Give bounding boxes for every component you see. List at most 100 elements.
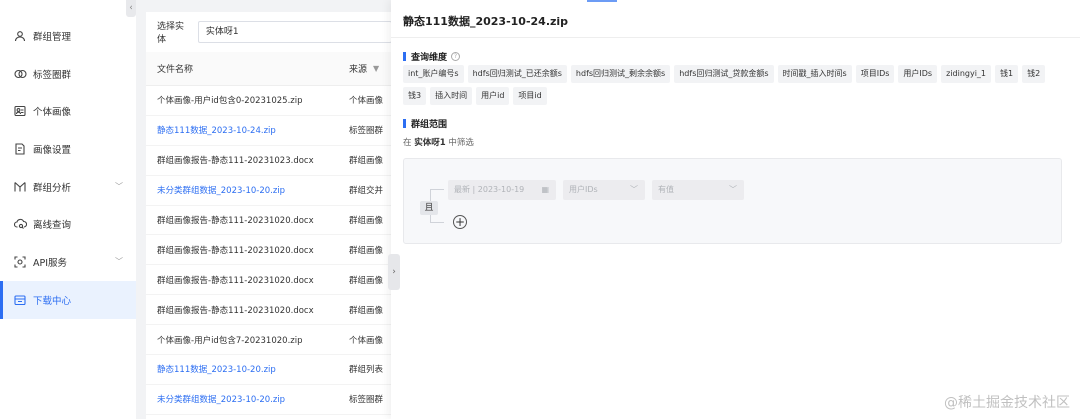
file-name: 群组画像报告-静态111-20231023.docx [157,156,314,167]
download-list-panel: 选择实体 实体呀1 文件名称 来源 ▼ 个体画像-用户id包含0-2023102… [146,12,392,419]
sidebar-item-label: 个体画像 [33,107,72,119]
file-source: 群组画像 [349,216,384,226]
condition-field-value: 用户IDs [569,185,598,194]
file-source: 群组画像 [349,275,384,286]
dimension-tag: 钱1 [995,65,1019,83]
file-source: 群组画像 [349,156,384,167]
table-row[interactable]: 个体画像-用户id包含0-20231025.zip 个体画像 [146,86,392,116]
entity-select[interactable]: 实体呀1 [197,21,392,43]
dimension-tag: 时间戳_插入时间s [777,65,852,83]
scope-suffix: 中筛选 [448,138,474,148]
sidebar-item-label: 离线查询 [33,220,72,232]
sidebar-item-download-center[interactable]: 下载中心 [0,280,136,319]
sidebar-item-group-analysis[interactable]: 群组分析 ﹀ [0,168,136,206]
column-header-file-name: 文件名称 [157,65,194,75]
table-row[interactable]: 静态111数据_2023-10-20.zip 群组列表 [146,355,392,385]
dimension-tag: 钱2 [1022,65,1046,83]
table-row[interactable]: 群组画像报告-静态111-20231020.docx 群组画像 [146,206,392,236]
file-name-link[interactable]: 未分类群组数据_2023-10-20.zip [146,393,349,405]
sidebar-collapse-button[interactable]: ‹ [126,0,136,17]
table-row[interactable]: 群组画像报告-静态111-20231020.docx 群组画像 [146,265,392,296]
file-name: 群组画像报告-静态111-20231020.docx [157,245,314,256]
file-name-link[interactable]: 静态111数据_2023-10-24.zip [146,124,349,136]
condition-date-select[interactable]: 最新 | 2023-10-19 ▦ [448,180,556,200]
entity-filter-label: 选择实体 [157,22,185,45]
column-header-source-label: 来源 [349,65,368,75]
condition-field-select[interactable]: 用户IDs ﹀ [563,180,645,200]
chevron-down-icon: ﹀ [115,257,123,267]
file-name: 群组画像报告-静态111-20231020.docx [157,305,314,316]
dimension-tag: hdfs回归测试_剩余余额s [570,65,671,83]
file-name: 个体画像-用户id包含0-20231025.zip [157,96,303,107]
dimension-tag: zidingyi_1 [941,65,992,83]
query-dimensions-title: 查询维度 ? [403,50,461,63]
dimension-tag: 项目id [513,87,547,105]
table-header: 文件名称 来源 ▼ [146,52,392,86]
chevron-down-icon: ﹀ [115,182,123,192]
file-source: 群组画像 [349,245,384,256]
settings-doc-icon [13,142,27,156]
analysis-icon [13,180,27,194]
file-source: 群组画像 [349,305,384,316]
condition-tree-line [430,189,444,190]
table-row[interactable]: 个体画像-用户id包含7-20231020.zip 个体画像 [146,325,392,356]
sidebar-item-offline-query[interactable]: 离线查询 [0,205,136,243]
sidebar-item-group-management[interactable]: 群组管理 [0,17,136,55]
sidebar-item-label: 群组管理 [33,31,72,43]
dimension-tag: int_账户编号s [403,65,464,83]
sidebar-nav: 群组管理 标签圈群 个体画像 画像设置 群组分析 ﹀ 离线查询 API服务 ﹀ … [0,17,136,319]
add-condition-button[interactable]: + [453,215,467,229]
table-row[interactable]: 群组画像报告-静态111-20231020.docx 群组画像 [146,235,392,266]
file-source: 标签圈群 [349,126,384,137]
divider [391,37,1080,38]
calendar-icon: ▦ [541,185,549,194]
dimension-tag: 项目IDs [855,65,895,83]
file-source: 群组交并 [349,186,384,197]
group-scope-title: 群组范围 [403,117,447,130]
api-icon [13,255,27,269]
condition-operator-value: 有值 [658,185,674,194]
dimension-tag: hdfs回归测试_已还余额s [467,65,567,83]
file-table-body: 个体画像-用户id包含0-20231025.zip 个体画像 静态111数据_202… [146,86,392,415]
section-accent-bar [403,119,406,128]
scope-prefix: 在 [403,138,412,148]
sidebar-item-portrait[interactable]: 个体画像 [0,92,136,130]
chevron-down-icon: ﹀ [630,185,638,194]
drawer-top-indicator [587,0,617,2]
help-icon[interactable]: ? [451,52,461,61]
sidebar-item-portrait-settings[interactable]: 画像设置 [0,130,136,168]
file-name-link[interactable]: 未分类群组数据_2023-10-20.zip [146,184,349,196]
filter-icon[interactable]: ▼ [373,64,379,73]
file-source: 标签圈群 [349,395,384,406]
sidebar-item-tag-circle[interactable]: 标签圈群 [0,55,136,93]
column-header-source: 来源 ▼ [349,62,379,75]
sidebar-item-label: 群组分析 [33,182,72,194]
table-row[interactable]: 群组画像报告-静态111-20231023.docx 群组画像 [146,146,392,176]
table-row[interactable]: 群组画像报告-静态111-20231020.docx 群组画像 [146,295,392,326]
condition-operator-select[interactable]: 有值 ﹀ [652,180,744,200]
scope-entity: 实体呀1 [414,138,446,148]
section-title-label: 查询维度 [411,53,448,63]
drawer-toggle-button[interactable]: › [388,254,400,290]
dimension-tag: 用户IDs [898,65,938,83]
file-name: 群组画像报告-静态111-20231020.docx [157,275,314,286]
scope-description: 在 实体呀1 中筛选 [403,136,474,148]
file-name-link[interactable]: 静态111数据_2023-10-20.zip [146,363,349,375]
sidebar-item-api-service[interactable]: API服务 ﹀ [0,243,136,281]
sidebar-item-label: API服务 [33,257,68,269]
condition-date-value: 最新 | 2023-10-19 [454,185,525,194]
table-row[interactable]: 静态111数据_2023-10-24.zip 标签圈群 [146,116,392,146]
file-detail-drawer: 静态111数据_2023-10-24.zip 查询维度 ? int_账户编号s h… [391,0,1080,419]
dimension-tag: 用户id [476,87,510,105]
section-title-label: 群组范围 [411,120,448,130]
table-row[interactable]: 未分类群组数据_2023-10-20.zip 标签圈群 [146,385,392,415]
cloud-search-icon [13,217,27,231]
condition-box: 且 最新 | 2023-10-19 ▦ 用户IDs ﹀ 有值 ﹀ + [403,158,1062,244]
download-icon [13,293,27,307]
sidebar-item-label: 标签圈群 [33,69,72,81]
and-operator-badge[interactable]: 且 [420,201,438,215]
table-row[interactable]: 未分类群组数据_2023-10-20.zip 群组交并 [146,176,392,206]
file-source: 群组列表 [349,365,384,376]
entity-filter: 选择实体 实体呀1 [146,12,392,52]
drawer-title: 静态111数据_2023-10-24.zip [403,15,569,28]
